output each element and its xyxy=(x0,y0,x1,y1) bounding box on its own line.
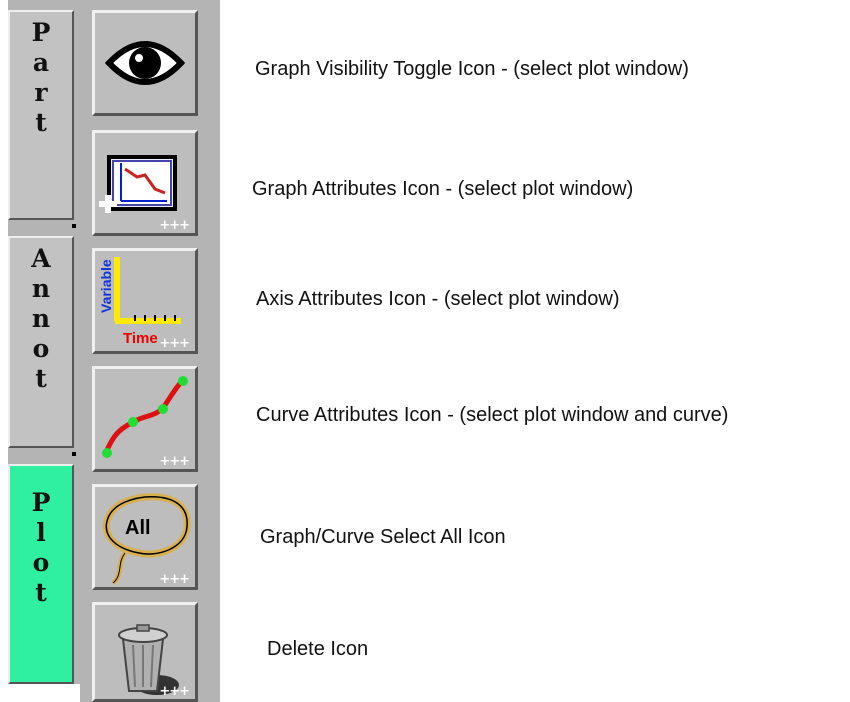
tab-annot-letter: t xyxy=(35,364,47,393)
curve-attributes-button[interactable]: +++ xyxy=(92,366,198,472)
tab-plot-letter: o xyxy=(32,548,50,577)
eye-icon xyxy=(104,41,186,85)
toolbar-gap xyxy=(8,684,80,702)
more-options-indicator: +++ xyxy=(159,684,190,699)
axis-attributes-button[interactable]: Variable Time +++ xyxy=(92,248,198,354)
curve-attributes-description: Curve Attributes Icon - (select plot win… xyxy=(256,404,729,426)
tab-plot-letter: l xyxy=(36,518,46,547)
graph-visibility-description: Graph Visibility Toggle Icon - (select p… xyxy=(255,58,689,80)
tab-separator-dot xyxy=(72,452,76,456)
delete-button[interactable]: +++ xyxy=(92,602,198,702)
graph-visibility-toggle-button[interactable] xyxy=(92,10,198,116)
tab-part[interactable]: P a r t xyxy=(8,10,74,220)
graph-attributes-button[interactable]: +++ xyxy=(92,130,198,236)
tab-plot-letter: t xyxy=(35,578,47,607)
tab-separator-dot xyxy=(72,224,76,228)
tab-annot-letter: n xyxy=(31,304,51,333)
select-all-label: All xyxy=(125,517,151,539)
axis-x-label: Time xyxy=(123,330,158,347)
delete-description: Delete Icon xyxy=(267,638,369,660)
tab-annot[interactable]: A n n o t xyxy=(8,236,74,448)
axis-attributes-description: Axis Attributes Icon - (select plot wind… xyxy=(256,288,620,310)
tab-part-letter: r xyxy=(34,78,48,107)
more-options-indicator: +++ xyxy=(159,218,190,233)
axis-y-label: Variable xyxy=(98,259,114,313)
graph-attributes-description: Graph Attributes Icon - (select plot win… xyxy=(252,178,634,200)
tab-plot-letter: P xyxy=(31,488,51,517)
tab-annot-letter: n xyxy=(31,274,51,303)
tab-annot-letter: A xyxy=(31,244,51,273)
select-all-button[interactable]: All +++ xyxy=(92,484,198,590)
tab-part-letter: t xyxy=(35,108,47,137)
more-options-indicator: +++ xyxy=(159,572,190,587)
more-options-indicator: +++ xyxy=(159,336,190,351)
tab-part-letter: P xyxy=(31,18,51,47)
tab-annot-letter: o xyxy=(32,334,50,363)
select-all-description: Graph/Curve Select All Icon xyxy=(260,526,506,548)
tab-part-letter: a xyxy=(32,48,50,77)
more-options-indicator: +++ xyxy=(159,454,190,469)
tab-plot[interactable]: P l o t xyxy=(8,464,74,684)
